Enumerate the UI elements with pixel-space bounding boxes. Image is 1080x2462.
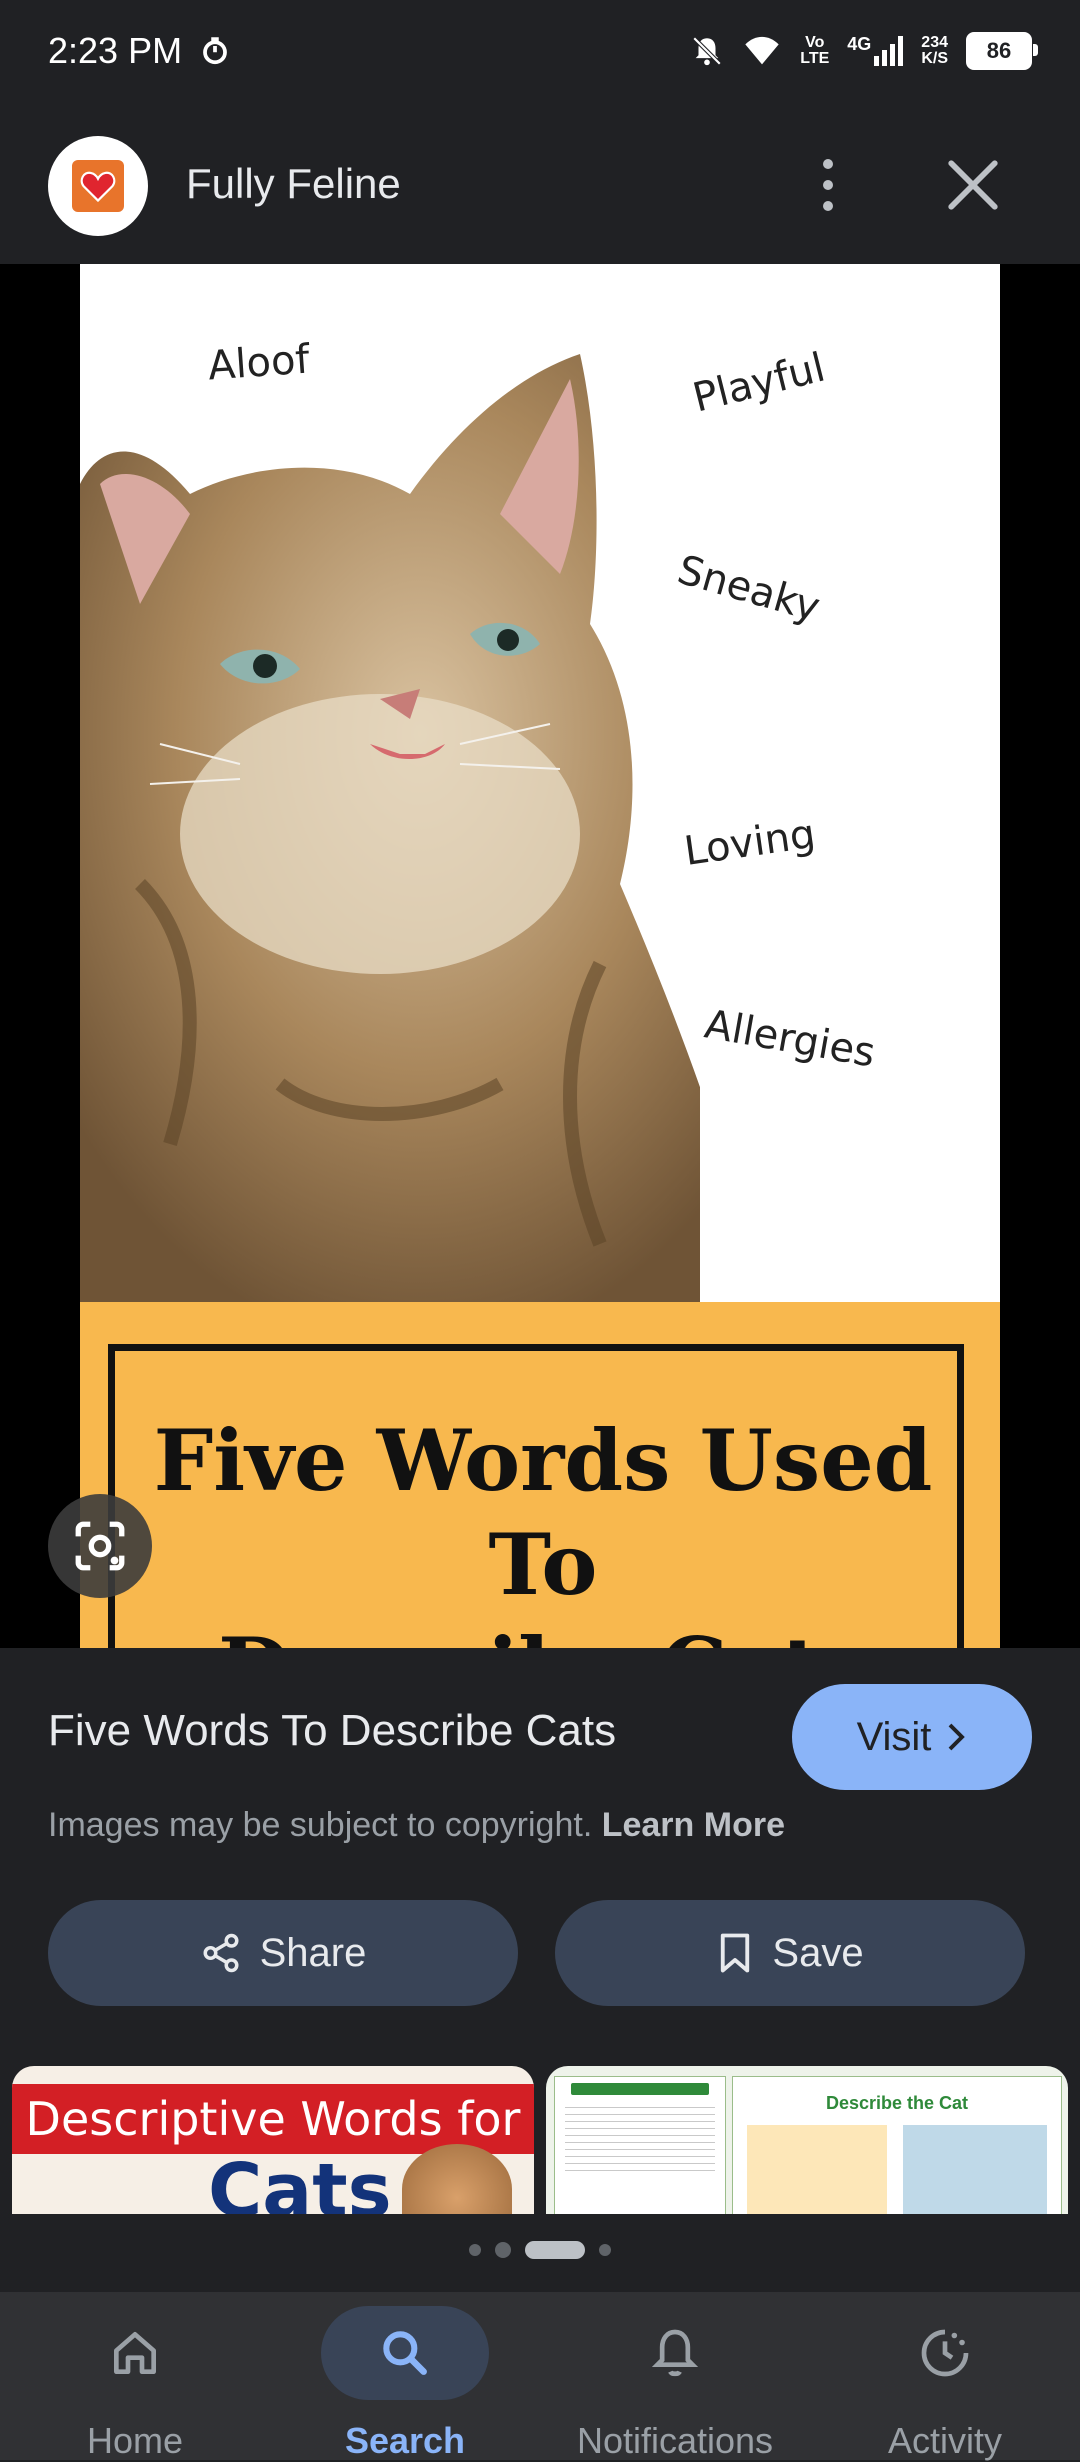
share-label: Share bbox=[259, 1930, 367, 1975]
mute-bell-icon bbox=[692, 36, 722, 66]
lens-search-button[interactable] bbox=[48, 1494, 152, 1598]
share-button[interactable]: Share bbox=[48, 1900, 518, 2006]
related-image[interactable]: Descriptive Words for Cats bbox=[12, 2066, 534, 2214]
word-label: Allergies bbox=[701, 1001, 879, 1077]
banner-title: Five Words Used To Describe Cats bbox=[115, 1409, 971, 1648]
bookmark-icon bbox=[721, 1933, 750, 1973]
battery-level: 86 bbox=[986, 38, 1012, 63]
cat-photo bbox=[80, 354, 700, 1304]
status-time: 2:23 PM bbox=[48, 30, 183, 71]
carousel-indicator bbox=[0, 2238, 1080, 2262]
result-info: Five Words To Describe Cats Visit Images… bbox=[0, 1648, 1080, 2288]
visit-label: Visit bbox=[856, 1714, 932, 1759]
home-icon bbox=[85, 2306, 185, 2400]
carousel-dot bbox=[495, 2242, 511, 2258]
worksheet-word-box bbox=[747, 2125, 887, 2214]
nav-notifications[interactable]: Notifications bbox=[540, 2292, 810, 2461]
network-type: 4G bbox=[847, 34, 872, 54]
carousel-dot bbox=[469, 2244, 481, 2256]
result-image[interactable]: Aloof Playful Sneaky Loving Allergies Fi… bbox=[80, 264, 1000, 1648]
timer-icon bbox=[203, 37, 227, 65]
worksheet-lines bbox=[565, 2101, 715, 2171]
nav-label: Home bbox=[86, 2420, 184, 2461]
word-label: Aloof bbox=[206, 336, 311, 390]
chevron-right-icon bbox=[949, 1723, 966, 1751]
visit-button[interactable]: Visit bbox=[792, 1684, 1032, 1790]
copyright-notice: Images may be subject to copyright. Lear… bbox=[48, 1806, 785, 1845]
speed-indicator: 234 K/S bbox=[921, 35, 948, 67]
kitten-picture bbox=[402, 2144, 512, 2214]
lens-icon bbox=[75, 1521, 125, 1571]
banner-frame: Five Words Used To Describe Cats bbox=[108, 1344, 964, 1648]
activity-icon bbox=[895, 2306, 995, 2400]
result-title: Five Words To Describe Cats bbox=[48, 1706, 617, 1755]
worksheet-cat-photo bbox=[903, 2125, 1047, 2214]
nav-home[interactable]: Home bbox=[0, 2292, 270, 2461]
heart-logo-icon bbox=[72, 160, 124, 212]
related-line-2: Cats bbox=[208, 2148, 392, 2214]
bottom-navigation: Home Search Notifications Activity bbox=[0, 2292, 1080, 2461]
search-icon bbox=[355, 2306, 455, 2400]
word-label: Loving bbox=[681, 811, 819, 875]
nav-activity[interactable]: Activity bbox=[810, 2292, 1080, 2461]
share-icon bbox=[203, 1933, 239, 1973]
nav-search[interactable]: Search bbox=[270, 2292, 540, 2461]
more-options-icon[interactable] bbox=[806, 150, 850, 220]
site-name[interactable]: Fully Feline bbox=[186, 160, 401, 208]
status-bar: 2:23 PM Vo LTE 4G 234 K/S 86 bbox=[0, 0, 1080, 110]
network-indicator: 4G bbox=[847, 34, 904, 66]
speed-value: 234 bbox=[921, 34, 948, 51]
volte-top: Vo bbox=[805, 34, 825, 51]
poster-banner: Five Words Used To Describe Cats bbox=[80, 1302, 1000, 1648]
speed-unit: K/S bbox=[921, 50, 948, 67]
related-image[interactable]: Describe the Cat bbox=[546, 2066, 1068, 2214]
worksheet-heading-bar bbox=[571, 2083, 709, 2095]
worksheet-page-small bbox=[554, 2076, 726, 2214]
save-label: Save bbox=[772, 1930, 864, 1975]
status-icons: Vo LTE 4G 234 K/S 86 bbox=[690, 32, 1038, 70]
battery-icon: 86 bbox=[966, 32, 1038, 70]
wifi-icon bbox=[745, 36, 779, 65]
bell-icon bbox=[625, 2306, 725, 2400]
banner-line-1: Five Words Used To bbox=[153, 1411, 933, 1614]
nav-label: Notifications bbox=[576, 2420, 774, 2461]
volte-indicator: Vo LTE bbox=[800, 35, 829, 67]
save-button[interactable]: Save bbox=[555, 1900, 1025, 2006]
viewer-header: Fully Feline bbox=[0, 110, 1080, 264]
site-avatar[interactable] bbox=[48, 136, 148, 236]
word-label: Playful bbox=[688, 344, 830, 422]
copyright-text: Images may be subject to copyright. bbox=[48, 1806, 593, 1844]
close-icon[interactable] bbox=[944, 156, 1002, 214]
worksheet-page: Describe the Cat bbox=[732, 2076, 1062, 2214]
signal-icon bbox=[874, 36, 904, 66]
worksheet-title: Describe the Cat bbox=[825, 2093, 969, 2113]
nav-label: Activity bbox=[887, 2420, 1002, 2461]
carousel-dot bbox=[599, 2244, 611, 2256]
banner-line-2: Describe Cats bbox=[115, 1617, 971, 1648]
learn-more-link[interactable]: Learn More bbox=[602, 1806, 785, 1844]
carousel-dot-active bbox=[525, 2241, 585, 2259]
image-preview[interactable]: Aloof Playful Sneaky Loving Allergies Fi… bbox=[0, 264, 1080, 1648]
nav-label: Search bbox=[344, 2420, 466, 2461]
volte-bottom: LTE bbox=[800, 50, 830, 67]
